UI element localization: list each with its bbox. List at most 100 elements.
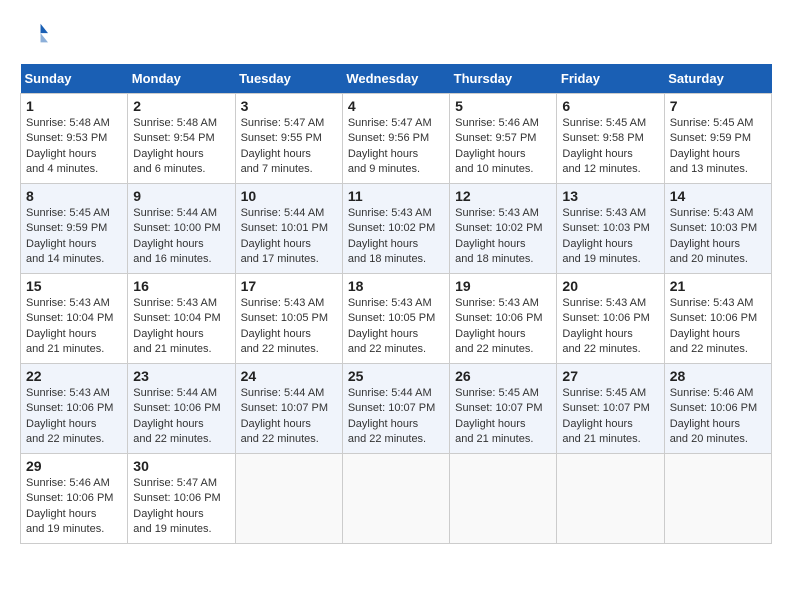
calendar-day-5: 5 Sunrise: 5:46 AMSunset: 9:57 PMDaylight…: [450, 94, 557, 184]
calendar-day-13: 13 Sunrise: 5:43 AMSunset: 10:03 PMDaylig…: [557, 184, 664, 274]
day-number: 9: [133, 188, 229, 204]
logo: [20, 20, 52, 48]
day-number: 29: [26, 458, 122, 474]
day-info: Sunrise: 5:45 AMSunset: 9:59 PMDaylight …: [670, 116, 766, 178]
calendar-day-21: 21 Sunrise: 5:43 AMSunset: 10:06 PMDaylig…: [664, 274, 771, 364]
day-info: Sunrise: 5:45 AMSunset: 9:59 PMDaylight …: [26, 206, 122, 268]
calendar-week-1: 1Sunrise: 5:48 AMSunset: 9:53 PMDaylight…: [21, 94, 772, 184]
day-info: Sunrise: 5:46 AMSunset: 10:06 PMDaylight…: [670, 386, 766, 448]
calendar-day-2: 2 Sunrise: 5:48 AMSunset: 9:54 PMDaylight…: [128, 94, 235, 184]
calendar-day-29: 29 Sunrise: 5:46 AMSunset: 10:06 PMDaylig…: [21, 454, 128, 544]
day-info: Sunrise: 5:44 AMSunset: 10:00 PMDaylight…: [133, 206, 229, 268]
calendar-day-12: 12 Sunrise: 5:43 AMSunset: 10:02 PMDaylig…: [450, 184, 557, 274]
day-info: Sunrise: 5:44 AMSunset: 10:01 PMDaylight…: [241, 206, 337, 268]
day-info: Sunrise: 5:48 AMSunset: 9:54 PMDaylight …: [133, 116, 229, 178]
day-info: Sunrise: 5:47 AMSunset: 9:55 PMDaylight …: [241, 116, 337, 178]
day-header-saturday: Saturday: [664, 64, 771, 94]
day-number: 24: [241, 368, 337, 384]
calendar-day-14: 14Sunrise: 5:43 AMSunset: 10:03 PMDaylig…: [664, 184, 771, 274]
calendar-day-24: 24 Sunrise: 5:44 AMSunset: 10:07 PMDaylig…: [235, 364, 342, 454]
day-info: Sunrise: 5:46 AMSunset: 9:57 PMDaylight …: [455, 116, 551, 178]
calendar-day-30: 30Sunrise: 5:47 AMSunset: 10:06 PMDaylig…: [128, 454, 235, 544]
calendar-week-2: 8 Sunrise: 5:45 AMSunset: 9:59 PMDaylight…: [21, 184, 772, 274]
day-number: 17: [241, 278, 337, 294]
day-info: Sunrise: 5:45 AMSunset: 9:58 PMDaylight …: [562, 116, 658, 178]
day-number: 25: [348, 368, 444, 384]
calendar-day-6: 6 Sunrise: 5:45 AMSunset: 9:58 PMDaylight…: [557, 94, 664, 184]
day-header-monday: Monday: [128, 64, 235, 94]
day-info: Sunrise: 5:43 AMSunset: 10:04 PMDaylight…: [26, 296, 122, 358]
calendar-day-19: 19 Sunrise: 5:43 AMSunset: 10:06 PMDaylig…: [450, 274, 557, 364]
day-number: 4: [348, 98, 444, 114]
day-info: Sunrise: 5:43 AMSunset: 10:05 PMDaylight…: [241, 296, 337, 358]
page-header: [20, 20, 772, 48]
calendar-day-16: 16Sunrise: 5:43 AMSunset: 10:04 PMDaylig…: [128, 274, 235, 364]
day-number: 11: [348, 188, 444, 204]
calendar-day-26: 26 Sunrise: 5:45 AMSunset: 10:07 PMDaylig…: [450, 364, 557, 454]
day-info: Sunrise: 5:43 AMSunset: 10:06 PMDaylight…: [670, 296, 766, 358]
calendar-day-23: 23 Sunrise: 5:44 AMSunset: 10:06 PMDaylig…: [128, 364, 235, 454]
day-number: 22: [26, 368, 122, 384]
calendar-day-8: 8 Sunrise: 5:45 AMSunset: 9:59 PMDaylight…: [21, 184, 128, 274]
day-info: Sunrise: 5:43 AMSunset: 10:03 PMDaylight…: [562, 206, 658, 268]
calendar-week-4: 22Sunrise: 5:43 AMSunset: 10:06 PMDaylig…: [21, 364, 772, 454]
day-info: Sunrise: 5:44 AMSunset: 10:07 PMDaylight…: [241, 386, 337, 448]
day-number: 13: [562, 188, 658, 204]
day-number: 3: [241, 98, 337, 114]
calendar-table: SundayMondayTuesdayWednesdayThursdayFrid…: [20, 64, 772, 544]
calendar-day-25: 25 Sunrise: 5:44 AMSunset: 10:07 PMDaylig…: [342, 364, 449, 454]
calendar-day-11: 11 Sunrise: 5:43 AMSunset: 10:02 PMDaylig…: [342, 184, 449, 274]
calendar-day-empty: [342, 454, 449, 544]
calendar-day-empty: [664, 454, 771, 544]
day-number: 8: [26, 188, 122, 204]
calendar-day-22: 22Sunrise: 5:43 AMSunset: 10:06 PMDaylig…: [21, 364, 128, 454]
day-info: Sunrise: 5:44 AMSunset: 10:07 PMDaylight…: [348, 386, 444, 448]
calendar-day-28: 28 Sunrise: 5:46 AMSunset: 10:06 PMDaylig…: [664, 364, 771, 454]
calendar-day-18: 18Sunrise: 5:43 AMSunset: 10:05 PMDaylig…: [342, 274, 449, 364]
day-info: Sunrise: 5:46 AMSunset: 10:06 PMDaylight…: [26, 476, 122, 538]
calendar-day-3: 3 Sunrise: 5:47 AMSunset: 9:55 PMDaylight…: [235, 94, 342, 184]
day-info: Sunrise: 5:43 AMSunset: 10:06 PMDaylight…: [455, 296, 551, 358]
logo-icon: [20, 20, 48, 48]
calendar-day-empty: [450, 454, 557, 544]
day-header-wednesday: Wednesday: [342, 64, 449, 94]
calendar-day-17: 17 Sunrise: 5:43 AMSunset: 10:05 PMDaylig…: [235, 274, 342, 364]
calendar-day-20: 20 Sunrise: 5:43 AMSunset: 10:06 PMDaylig…: [557, 274, 664, 364]
day-number: 7: [670, 98, 766, 114]
day-info: Sunrise: 5:43 AMSunset: 10:02 PMDaylight…: [455, 206, 551, 268]
day-number: 23: [133, 368, 229, 384]
day-number: 28: [670, 368, 766, 384]
day-info: Sunrise: 5:43 AMSunset: 10:04 PMDaylight…: [133, 296, 229, 358]
day-number: 2: [133, 98, 229, 114]
calendar-day-15: 15 Sunrise: 5:43 AMSunset: 10:04 PMDaylig…: [21, 274, 128, 364]
day-number: 20: [562, 278, 658, 294]
day-info: Sunrise: 5:44 AMSunset: 10:06 PMDaylight…: [133, 386, 229, 448]
calendar-day-empty: [557, 454, 664, 544]
day-number: 15: [26, 278, 122, 294]
calendar-day-9: 9 Sunrise: 5:44 AMSunset: 10:00 PMDayligh…: [128, 184, 235, 274]
day-info: Sunrise: 5:45 AMSunset: 10:07 PMDaylight…: [562, 386, 658, 448]
day-number: 30: [133, 458, 229, 474]
calendar-day-7: 7 Sunrise: 5:45 AMSunset: 9:59 PMDaylight…: [664, 94, 771, 184]
day-number: 6: [562, 98, 658, 114]
day-info: Sunrise: 5:43 AMSunset: 10:03 PMDaylight…: [670, 206, 766, 268]
calendar-day-empty: [235, 454, 342, 544]
calendar-day-1: 1Sunrise: 5:48 AMSunset: 9:53 PMDaylight…: [21, 94, 128, 184]
day-number: 27: [562, 368, 658, 384]
day-info: Sunrise: 5:43 AMSunset: 10:06 PMDaylight…: [562, 296, 658, 358]
calendar-week-3: 15 Sunrise: 5:43 AMSunset: 10:04 PMDaylig…: [21, 274, 772, 364]
day-info: Sunrise: 5:45 AMSunset: 10:07 PMDaylight…: [455, 386, 551, 448]
day-number: 19: [455, 278, 551, 294]
day-header-sunday: Sunday: [21, 64, 128, 94]
day-number: 10: [241, 188, 337, 204]
day-header-friday: Friday: [557, 64, 664, 94]
day-number: 18: [348, 278, 444, 294]
day-number: 21: [670, 278, 766, 294]
day-number: 26: [455, 368, 551, 384]
calendar-week-5: 29 Sunrise: 5:46 AMSunset: 10:06 PMDaylig…: [21, 454, 772, 544]
day-number: 5: [455, 98, 551, 114]
calendar-day-4: 4Sunrise: 5:47 AMSunset: 9:56 PMDaylight…: [342, 94, 449, 184]
day-info: Sunrise: 5:43 AMSunset: 10:02 PMDaylight…: [348, 206, 444, 268]
day-number: 12: [455, 188, 551, 204]
calendar-header-row: SundayMondayTuesdayWednesdayThursdayFrid…: [21, 64, 772, 94]
